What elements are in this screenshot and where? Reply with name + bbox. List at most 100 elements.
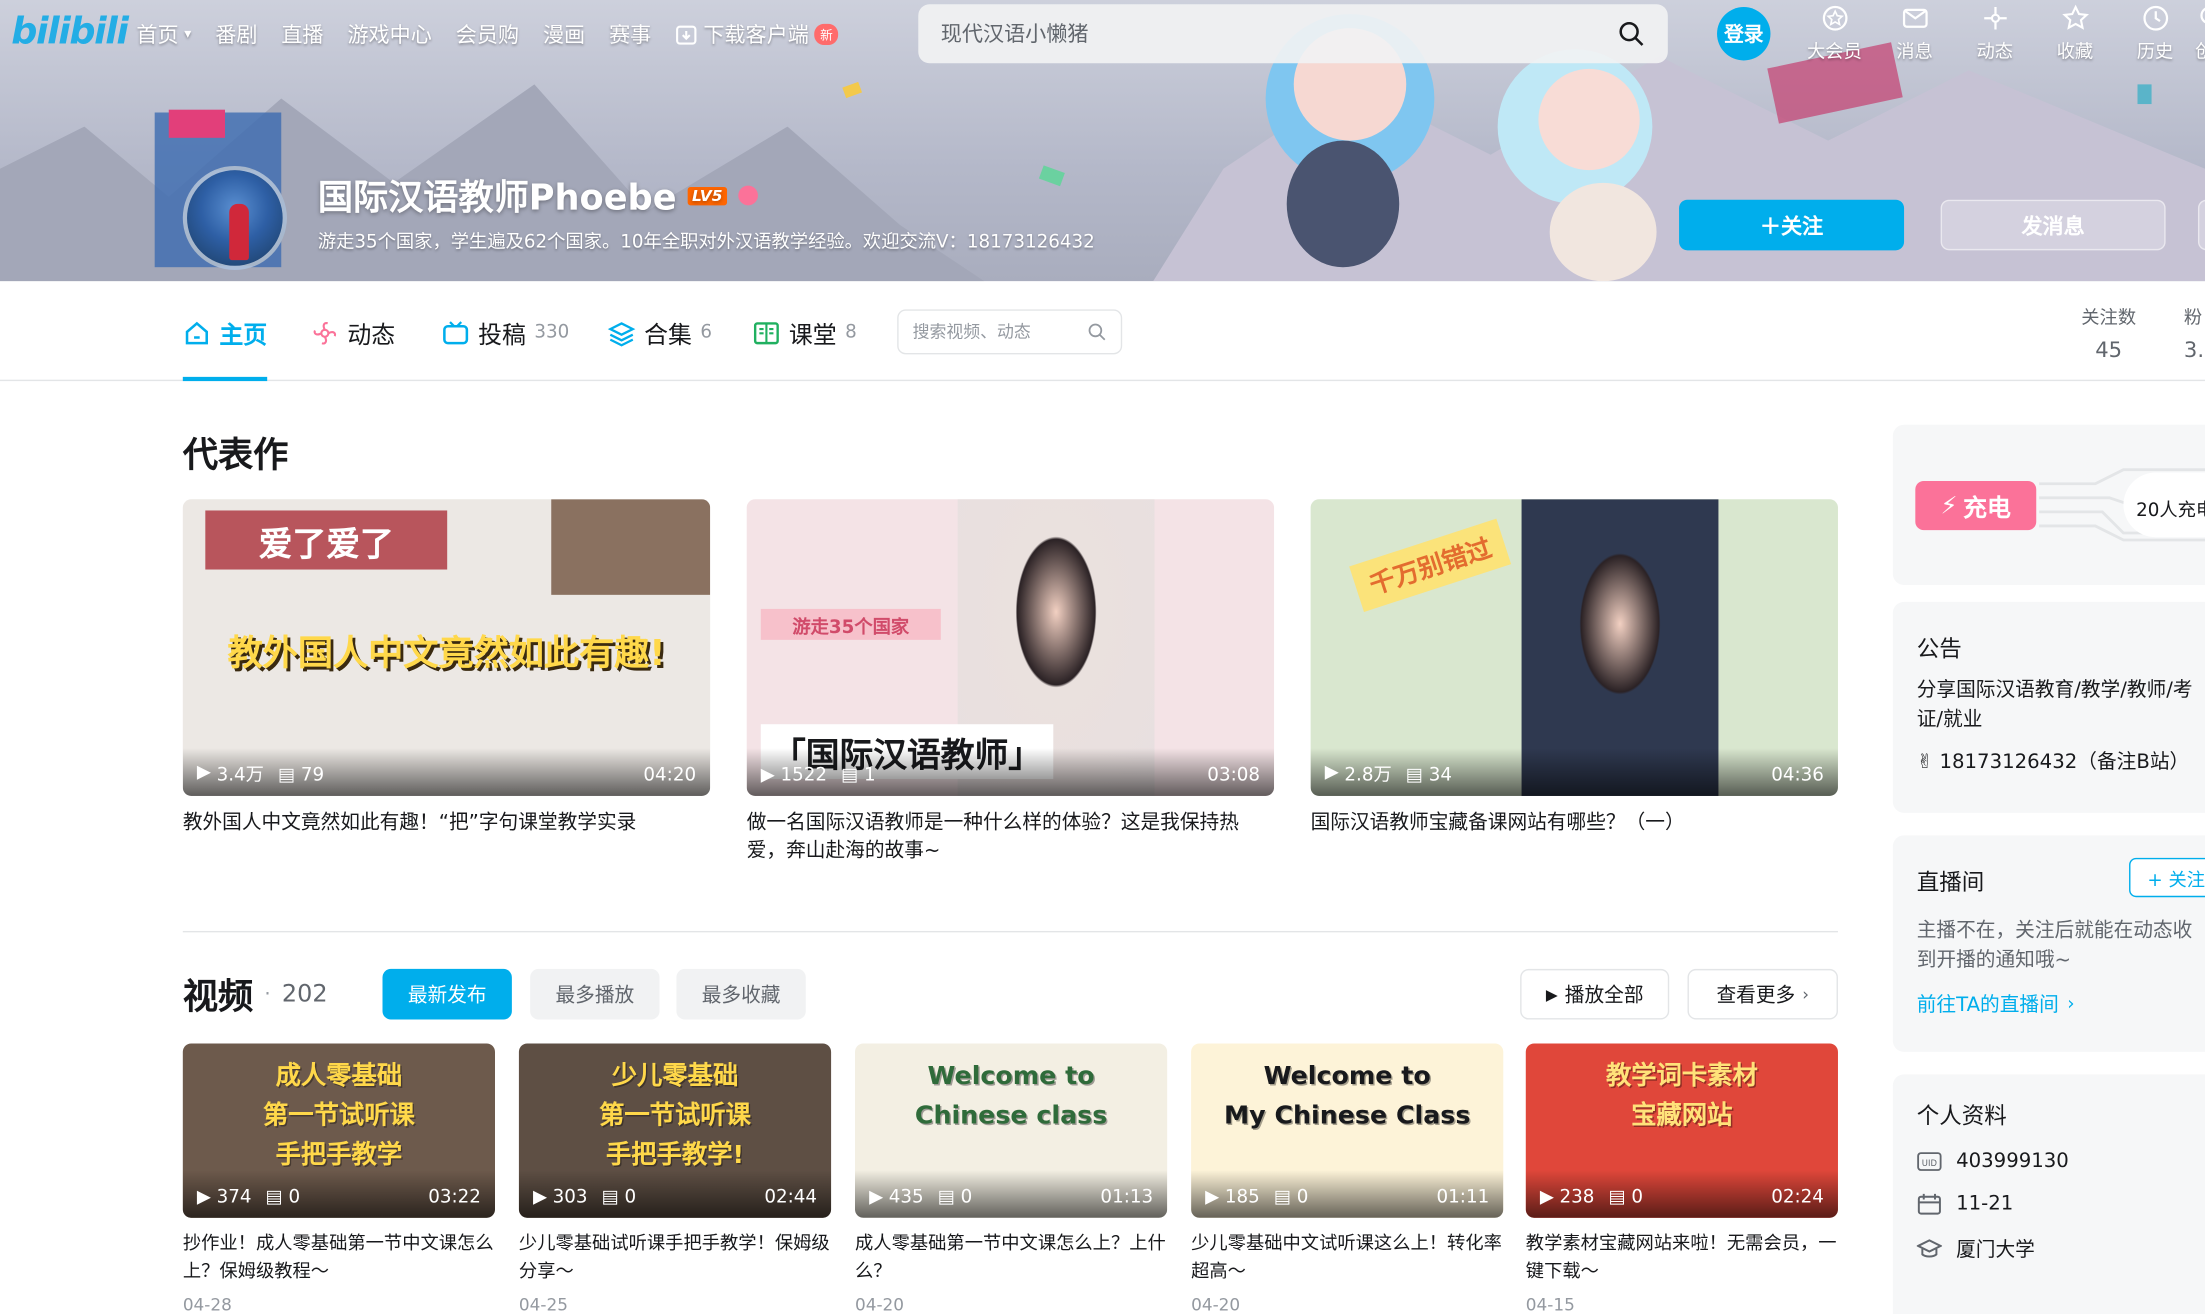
video-thumbnail[interactable]: 爱了爱了 教外国人中文竟然如此有趣! ▶ 3.4万 ▤ 79 04:20 xyxy=(182,499,711,796)
video-stats: ▶ 435 ▤ 0 01:13 xyxy=(855,1170,1168,1218)
nav-download-label: 下载客户端 xyxy=(703,22,809,48)
danmaku-count: ▤ 0 xyxy=(1609,1187,1644,1208)
video-card[interactable]: 少儿零基础 第一节试听课 手把手教学! ▶ 303 ▤ 0 02:44 少儿零基础试听课手把… xyxy=(518,1043,832,1314)
see-more-button[interactable]: 查看更多 › xyxy=(1687,968,1838,1020)
chevron-down-icon: ▾ xyxy=(184,26,192,43)
tab-uploads[interactable]: 投稿 330 xyxy=(442,315,569,350)
search-icon[interactable] xyxy=(1617,20,1645,48)
login-button[interactable]: 登录 xyxy=(1717,7,1771,61)
video-date: 04-15 xyxy=(1525,1295,1575,1314)
video-thumbnail[interactable]: Welcome to Chinese class ▶ 435 ▤ 0 01:13 xyxy=(855,1043,1168,1218)
tab-classroom[interactable]: 课堂 8 xyxy=(752,315,857,350)
filter-most-played[interactable]: 最多播放 xyxy=(530,968,660,1020)
tab-dynamic[interactable]: 动态 xyxy=(311,315,395,350)
video-card[interactable]: Welcome to Chinese class ▶ 435 ▤ 0 01:13 成人零基础… xyxy=(855,1043,1168,1314)
video-thumbnail[interactable]: 千万别错过 ▶ 2.8万 ▤ 34 04:36 xyxy=(1310,499,1838,796)
play-all-button[interactable]: ▶ 播放全部 xyxy=(1520,968,1670,1020)
duration: 03:22 xyxy=(428,1186,481,1208)
danmaku-count-value: 0 xyxy=(624,1186,637,1208)
video-title[interactable]: 抄作业！成人零基础第一节中文课怎么上？保姆级教程～ xyxy=(183,1230,495,1286)
info-school: 厦门大学 xyxy=(1916,1235,2035,1263)
danmaku-count: ▤ 79 xyxy=(278,765,324,786)
play-count: ▶ 374 xyxy=(197,1187,252,1208)
video-thumbnail[interactable]: Welcome to My Chinese Class ▶ 185 ▤ 0 01:11 xyxy=(1191,1043,1504,1218)
avatar-figure xyxy=(229,203,249,261)
info-birthday: 11-21 xyxy=(1917,1193,2013,1215)
nav-game-center[interactable]: 游戏中心 xyxy=(347,20,431,50)
follow-button-label: 关注 xyxy=(1781,213,1824,239)
video-thumbnail[interactable]: 教学词卡素材 宝藏网站 ▶ 238 ▤ 0 02:24 xyxy=(1525,1043,1838,1218)
play-icon: ▶ xyxy=(869,1186,884,1208)
live-room-link[interactable]: 前往TA的直播间 › xyxy=(1917,990,2075,1018)
top-nav: bilibili 首页 ▾ 番剧 直播 游戏中心 会员购 漫画 赛事 下载客户端 … xyxy=(0,0,2205,70)
danmaku-icon: ▤ xyxy=(841,765,859,787)
video-title[interactable]: 教外国人中文竟然如此有趣！“把”字句课堂教学实录 xyxy=(183,809,710,837)
nav-home[interactable]: 首页 ▾ xyxy=(136,20,191,50)
uid-icon: UID xyxy=(1917,1152,1942,1171)
nav-favorites[interactable]: 收藏 xyxy=(2035,4,2115,63)
bilibili-logo[interactable]: bilibili xyxy=(11,11,129,53)
search-input[interactable] xyxy=(940,21,1618,47)
play-icon: ▶ xyxy=(532,1186,548,1208)
video-thumbnail[interactable]: 成人零基础 第一节试听课 手把手教学 ▶ 374 ▤ 0 03:22 xyxy=(182,1043,495,1218)
filter-most-favorited[interactable]: 最多收藏 xyxy=(676,968,806,1020)
nav-download[interactable]: 下载客户端 新 xyxy=(675,20,839,50)
play-count: ▶ 238 xyxy=(1540,1187,1595,1208)
play-icon: ▶ xyxy=(1205,1186,1220,1208)
nav-history[interactable]: 历史 xyxy=(2115,4,2195,63)
space-search-input[interactable] xyxy=(912,322,1088,342)
video-card[interactable]: 教学词卡素材 宝藏网站 ▶ 238 ▤ 0 02:24 教学素材宝藏网站来啦！无需会员，一键… xyxy=(1525,1043,1838,1314)
video-thumbnail[interactable]: 游走35个国家 「国际汉语教师」 ▶1522 ▤1 03:08 xyxy=(746,499,1275,796)
avatar[interactable] xyxy=(182,165,287,270)
nav-message[interactable]: 消息 xyxy=(1875,4,1955,63)
nav-left-menu: 首页 ▾ 番剧 直播 游戏中心 会员购 漫画 赛事 下载客户端 新 xyxy=(136,20,862,50)
video-title[interactable]: 少儿零基础中文试听课这么上！转化率超高～ xyxy=(1191,1230,1503,1286)
nav-create-label: 创 xyxy=(2195,37,2205,63)
plus-icon: ＋ xyxy=(1759,213,1782,239)
video-stats: ▶ 303 ▤ 0 02:44 xyxy=(518,1170,832,1218)
video-card[interactable]: Welcome to My Chinese Class ▶ 185 ▤ 0 01:11 少儿… xyxy=(1191,1043,1504,1314)
nav-mall[interactable]: 会员购 xyxy=(456,20,519,50)
more-button[interactable] xyxy=(2197,199,2205,251)
send-message-button[interactable]: 发消息 xyxy=(1940,199,2166,251)
play-count-value: 3.4万 xyxy=(216,765,264,787)
video-thumbnail[interactable]: 少儿零基础 第一节试听课 手把手教学! ▶ 303 ▤ 0 02:44 xyxy=(518,1043,832,1218)
nav-live[interactable]: 直播 xyxy=(281,20,323,50)
masterpiece-card[interactable]: 游走35个国家 「国际汉语教师」 ▶1522 ▤1 03:08 做一名国际汉语教… xyxy=(746,499,1275,865)
masterpiece-card[interactable]: 爱了爱了 教外国人中文竟然如此有趣! ▶ 3.4万 ▤ 79 04:20 教外国人中… xyxy=(182,499,711,837)
follow-button[interactable]: ＋ 关注 xyxy=(1679,199,1905,251)
danmaku-count-value: 1 xyxy=(863,765,876,787)
tab-collections[interactable]: 合集 6 xyxy=(607,315,712,350)
video-title[interactable]: 教学素材宝藏网站来啦！无需会员，一键下载～ xyxy=(1526,1230,1838,1286)
play-count-value: 185 xyxy=(1224,1186,1260,1208)
tab-home[interactable]: 主页 xyxy=(182,315,268,382)
nav-create[interactable]: 创 xyxy=(2195,4,2205,63)
video-date: 04-28 xyxy=(182,1295,232,1314)
filter-latest[interactable]: 最新发布 xyxy=(382,968,512,1020)
live-follow-button[interactable]: + 关注 xyxy=(2129,857,2205,898)
level-badge: LV5 xyxy=(687,186,727,205)
vip-icon xyxy=(1822,5,1847,31)
play-icon: ▶ xyxy=(1324,762,1339,784)
video-title[interactable]: 少儿零基础试听课手把手教学！保姆级分享～ xyxy=(519,1230,831,1286)
video-card[interactable]: 成人零基础 第一节试听课 手把手教学 ▶ 374 ▤ 0 03:22 抄作业！成人零基础第一… xyxy=(182,1043,495,1314)
bulb-icon xyxy=(2200,7,2205,24)
video-title[interactable]: 做一名国际汉语教师是一种什么样的体验？这是我保持热爱，奔山赴海的故事~ xyxy=(747,809,1274,865)
nav-vip[interactable]: 大会员 xyxy=(1794,4,1874,63)
video-title[interactable]: 成人零基础第一节中文课怎么上？上什么？ xyxy=(855,1230,1167,1286)
nav-dynamic[interactable]: 动态 xyxy=(1955,4,2035,63)
charge-button[interactable]: ⚡ 充电 xyxy=(1915,480,2037,531)
nav-anime[interactable]: 番剧 xyxy=(215,20,257,50)
nav-manga[interactable]: 漫画 xyxy=(543,20,585,50)
notice-panel: 公告 分享国际汉语教育/教学/教师/考 证/就业 ✌ 18173126432（备… xyxy=(1892,601,2205,813)
play-count-value: 238 xyxy=(1559,1186,1595,1208)
video-title[interactable]: 国际汉语教师宝藏备课网站有哪些？（一） xyxy=(1311,809,1838,837)
nav-esports[interactable]: 赛事 xyxy=(609,20,651,50)
search-icon[interactable] xyxy=(1087,322,1107,342)
stat-following[interactable]: 关注数 45 xyxy=(2081,302,2136,363)
masterpiece-title: 代表作 xyxy=(182,434,289,476)
stat-fans[interactable]: 粉 3. xyxy=(2184,302,2204,363)
danmaku-count: ▤ 0 xyxy=(1274,1187,1309,1208)
video-date: 04-25 xyxy=(518,1295,568,1314)
masterpiece-card[interactable]: 千万别错过 ▶ 2.8万 ▤ 34 04:36 国际汉语教师宝藏备课网站有哪些？（一… xyxy=(1310,499,1838,837)
